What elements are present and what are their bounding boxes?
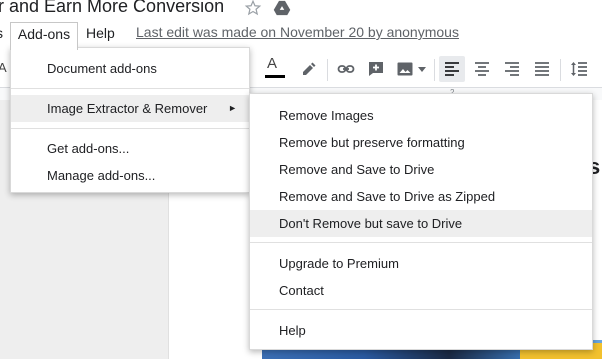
line-spacing-button[interactable] <box>566 56 592 82</box>
justify-button[interactable] <box>529 56 555 82</box>
insert-link-button[interactable] <box>333 56 359 82</box>
menu-item-label: Manage add-ons... <box>47 168 156 183</box>
submenu-item-upgrade-premium[interactable]: Upgrade to Premium <box>250 250 592 277</box>
submenu-arrow-icon: ► <box>228 103 237 113</box>
menu-separator <box>11 128 249 129</box>
highlight-color-button[interactable] <box>295 56 321 82</box>
align-center-button[interactable] <box>469 56 495 82</box>
star-icon[interactable] <box>244 0 262 17</box>
menu-item-document-addons[interactable]: Document add-ons <box>11 55 249 82</box>
menu-item-label: Image Extractor & Remover <box>47 101 208 116</box>
document-title[interactable]: r and Earn More Conversion <box>0 0 224 17</box>
menu-item-label: Remove and Save to Drive as Zipped <box>279 189 496 204</box>
menu-separator <box>11 88 249 89</box>
chevron-down-icon <box>418 67 426 72</box>
add-comment-icon <box>369 62 383 76</box>
menu-tools-partial[interactable]: s <box>0 22 6 46</box>
menu-item-label: Remove and Save to Drive <box>279 162 435 177</box>
submenu-item-dont-remove-save-drive[interactable]: Don't Remove but save to Drive <box>250 210 592 237</box>
text-color-button[interactable]: A <box>262 55 288 82</box>
text-color-swatch <box>265 75 285 78</box>
submenu-item-remove-images[interactable]: Remove Images <box>250 102 592 129</box>
menu-separator <box>250 309 592 310</box>
toolbar-partial-item[interactable]: A <box>0 60 7 75</box>
menu-item-label: Document add-ons <box>47 61 157 76</box>
toolbar-divider <box>560 59 561 81</box>
insert-image-button[interactable] <box>392 56 428 82</box>
toolbar-divider <box>434 59 435 81</box>
menu-item-manage-addons[interactable]: Manage add-ons... <box>11 162 249 189</box>
submenu-item-remove-save-drive-zipped[interactable]: Remove and Save to Drive as Zipped <box>250 183 592 210</box>
menu-item-label: Get add-ons... <box>47 141 130 156</box>
align-left-button[interactable] <box>439 56 465 82</box>
align-left-icon <box>445 62 459 76</box>
google-docs-window: r and Earn More Conversion s Add-ons Hel… <box>0 0 602 359</box>
menu-bar: s Add-ons Help Last edit was made on Nov… <box>0 20 602 50</box>
addons-menu: Document add-ons Image Extractor & Remov… <box>10 47 250 193</box>
last-edit-link[interactable]: Last edit was made on November 20 by ano… <box>136 24 459 40</box>
move-to-drive-icon[interactable] <box>273 0 291 16</box>
submenu-item-contact[interactable]: Contact <box>250 277 592 304</box>
toolbar-divider <box>327 59 328 81</box>
menu-item-label: Help <box>279 323 306 338</box>
justify-icon <box>535 62 549 76</box>
image-extractor-submenu: Remove Images Remove but preserve format… <box>249 93 593 350</box>
menu-help[interactable]: Help <box>80 22 121 46</box>
line-spacing-icon <box>571 62 587 76</box>
image-icon <box>397 62 413 76</box>
menu-addons[interactable]: Add-ons <box>10 22 78 50</box>
submenu-item-remove-preserve-formatting[interactable]: Remove but preserve formatting <box>250 129 592 156</box>
menu-item-label: Contact <box>279 283 324 298</box>
align-right-button[interactable] <box>499 56 525 82</box>
menu-item-label: Don't Remove but save to Drive <box>279 216 463 231</box>
align-center-icon <box>475 62 489 76</box>
link-icon <box>337 65 355 73</box>
menu-item-get-addons[interactable]: Get add-ons... <box>11 135 249 162</box>
align-right-icon <box>505 62 519 76</box>
menu-separator <box>250 242 592 243</box>
menu-item-label: Remove but preserve formatting <box>279 135 465 150</box>
menu-item-label: Remove Images <box>279 108 374 123</box>
submenu-item-remove-save-drive[interactable]: Remove and Save to Drive <box>250 156 592 183</box>
highlighter-icon <box>303 62 316 75</box>
menu-item-image-extractor[interactable]: Image Extractor & Remover ► <box>11 95 249 122</box>
text-color-glyph: A <box>267 55 278 72</box>
submenu-item-help[interactable]: Help <box>250 317 592 344</box>
insert-comment-button[interactable] <box>363 56 389 82</box>
menu-item-label: Upgrade to Premium <box>279 256 399 271</box>
